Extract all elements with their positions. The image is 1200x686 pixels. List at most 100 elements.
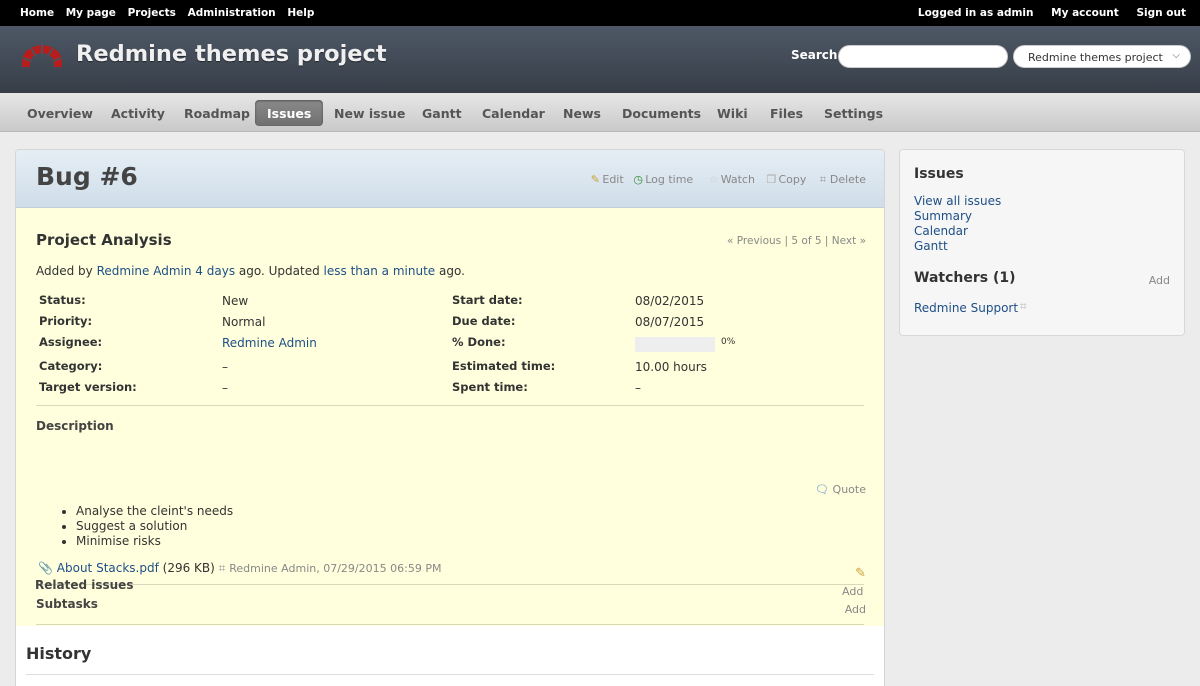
add-watcher-link[interactable]: Add — [1149, 274, 1170, 287]
issue-pager: « Previous | 5 of 5 | Next » — [727, 235, 866, 247]
assignee-link[interactable]: Redmine Admin — [222, 336, 317, 350]
done-percent: 0% — [721, 337, 736, 347]
tab-settings[interactable]: Settings — [824, 100, 883, 126]
due-date-value: 08/07/2015 — [635, 315, 705, 329]
related-issues-heading: Related issues — [35, 578, 134, 592]
description-list: Analyse the cleint's needs Suggest a sol… — [64, 504, 233, 549]
estimated-time-label: Estimated time: — [452, 359, 556, 373]
attachment: 📎 About Stacks.pdf (296 KB) ⌗ Redmine Ad… — [38, 561, 441, 576]
project-jump-select[interactable]: Redmine themes project ⌵ — [1013, 45, 1191, 68]
sidebar-issues-title: Issues — [914, 166, 964, 182]
sidebar-item-summary[interactable]: Summary — [914, 209, 972, 223]
tab-issues[interactable]: Issues — [255, 100, 324, 126]
tab-files[interactable]: Files — [770, 100, 803, 126]
header: Redmine themes project Search: Redmine t… — [0, 26, 1200, 93]
project-title[interactable]: Redmine themes project — [76, 41, 387, 67]
tab-news[interactable]: News — [563, 100, 601, 126]
author-link[interactable]: Redmine Admin — [97, 264, 192, 278]
clock-add-icon: ◷ — [633, 173, 643, 186]
search-label: Search: — [791, 48, 843, 62]
project-jump-value: Redmine themes project — [1028, 51, 1163, 64]
top-menu: Home My page Projects Administration Hel… — [0, 0, 1200, 26]
ago-updated-text: ago. Updated — [238, 264, 320, 278]
divider — [36, 584, 864, 585]
tab-roadmap[interactable]: Roadmap — [184, 100, 250, 126]
priority-value: Normal — [222, 315, 266, 329]
tab-documents[interactable]: Documents — [622, 100, 701, 126]
sidebar-item-calendar[interactable]: Calendar — [914, 224, 968, 238]
status-label: Status: — [39, 293, 86, 307]
next-link[interactable]: Next » — [832, 235, 866, 247]
edit-button[interactable]: ✎ Edit — [588, 173, 624, 186]
category-label: Category: — [39, 359, 103, 373]
speech-bubble-icon: 🗨 — [815, 483, 830, 496]
category-value: – — [222, 360, 228, 374]
previous-link[interactable]: « Previous — [727, 235, 781, 247]
watchers-title: Watchers (1) — [914, 270, 1016, 286]
start-date-value: 08/02/2015 — [635, 294, 705, 308]
sidebar-item-view-all-issues[interactable]: View all issues — [914, 194, 1001, 208]
ago-text: ago. — [438, 264, 465, 278]
divider — [36, 405, 864, 406]
top-menu-projects[interactable]: Projects — [128, 7, 176, 19]
created-link[interactable]: 4 days — [195, 264, 235, 278]
watcher-link[interactable]: Redmine Support — [914, 301, 1018, 315]
spent-time-value: – — [635, 381, 641, 395]
log-time-button[interactable]: ◷ Log time — [631, 173, 693, 186]
copy-label: Copy — [778, 173, 807, 186]
main-menu: Overview Activity Roadmap Issues New iss… — [0, 93, 1200, 132]
divider — [26, 674, 874, 675]
author-line: Added by Redmine Admin 4 days ago. Updat… — [36, 264, 465, 278]
divider — [36, 624, 864, 625]
top-menu-administration[interactable]: Administration — [188, 7, 276, 19]
tab-gantt[interactable]: Gantt — [422, 100, 462, 126]
watch-button[interactable]: ☆ Watch — [707, 173, 755, 186]
updated-link[interactable]: less than a minute — [324, 264, 436, 278]
quote-button[interactable]: 🗨 Quote — [815, 483, 866, 496]
issue-title: Bug #6 — [36, 162, 138, 191]
my-account-link[interactable]: My account — [1051, 7, 1119, 19]
sign-out-link[interactable]: Sign out — [1136, 7, 1186, 19]
add-related-issue-link[interactable]: Add — [842, 585, 863, 598]
star-icon: ☆ — [708, 173, 719, 186]
search-input[interactable] — [838, 45, 1008, 68]
logged-as-prefix: Logged in as — [917, 7, 994, 19]
redmine-logo-icon — [22, 43, 62, 67]
tab-activity[interactable]: Activity — [111, 100, 165, 126]
done-progress-bar — [635, 337, 715, 352]
edit-attachments-icon[interactable]: ✎ — [855, 566, 866, 581]
description-title: Description — [36, 419, 114, 433]
quote-label: Quote — [832, 483, 866, 496]
logged-as-user[interactable]: admin — [997, 7, 1034, 19]
delete-button[interactable]: ⌗ Delete — [816, 173, 866, 186]
tab-wiki[interactable]: Wiki — [717, 100, 748, 126]
copy-button[interactable]: ❐ Copy — [764, 173, 807, 186]
remove-watcher-icon[interactable]: ⌗ — [1020, 299, 1027, 314]
target-version-label: Target version: — [39, 380, 137, 394]
top-menu-left: Home My page Projects Administration Hel… — [20, 7, 322, 19]
issue-header: Bug #6 ✎ Edit ◷ Log time ☆ Watch ❐ Copy ⌗ Del… — [16, 150, 884, 208]
add-subtask-link[interactable]: Add — [845, 603, 866, 616]
top-menu-home[interactable]: Home — [20, 7, 54, 19]
attachment-delete-icon[interactable]: ⌗ — [219, 561, 226, 575]
watch-label: Watch — [720, 173, 755, 186]
tab-new-issue[interactable]: New issue — [334, 100, 405, 126]
top-menu-my-page[interactable]: My page — [66, 7, 116, 19]
done-label: % Done: — [452, 335, 506, 349]
pencil-icon: ✎ — [590, 173, 600, 186]
tab-overview[interactable]: Overview — [27, 100, 93, 126]
tab-calendar[interactable]: Calendar — [482, 100, 545, 126]
log-time-label: Log time — [645, 173, 694, 186]
list-item: Suggest a solution — [76, 519, 233, 534]
copy-icon: ❐ — [766, 173, 777, 186]
issue-actions: ✎ Edit ◷ Log time ☆ Watch ❐ Copy ⌗ Delete — [584, 173, 866, 187]
edit-label: Edit — [602, 173, 624, 186]
top-menu-help[interactable]: Help — [287, 7, 314, 19]
pager-position: 5 of 5 — [791, 235, 822, 247]
issue-subject: Project Analysis — [36, 231, 172, 249]
assignee-label: Assignee: — [39, 335, 103, 349]
sidebar: Issues View all issues Summary Calendar … — [899, 149, 1185, 336]
attachment-link[interactable]: About Stacks.pdf — [57, 561, 159, 575]
sidebar-item-gantt[interactable]: Gantt — [914, 239, 948, 253]
delete-label: Delete — [829, 173, 866, 186]
